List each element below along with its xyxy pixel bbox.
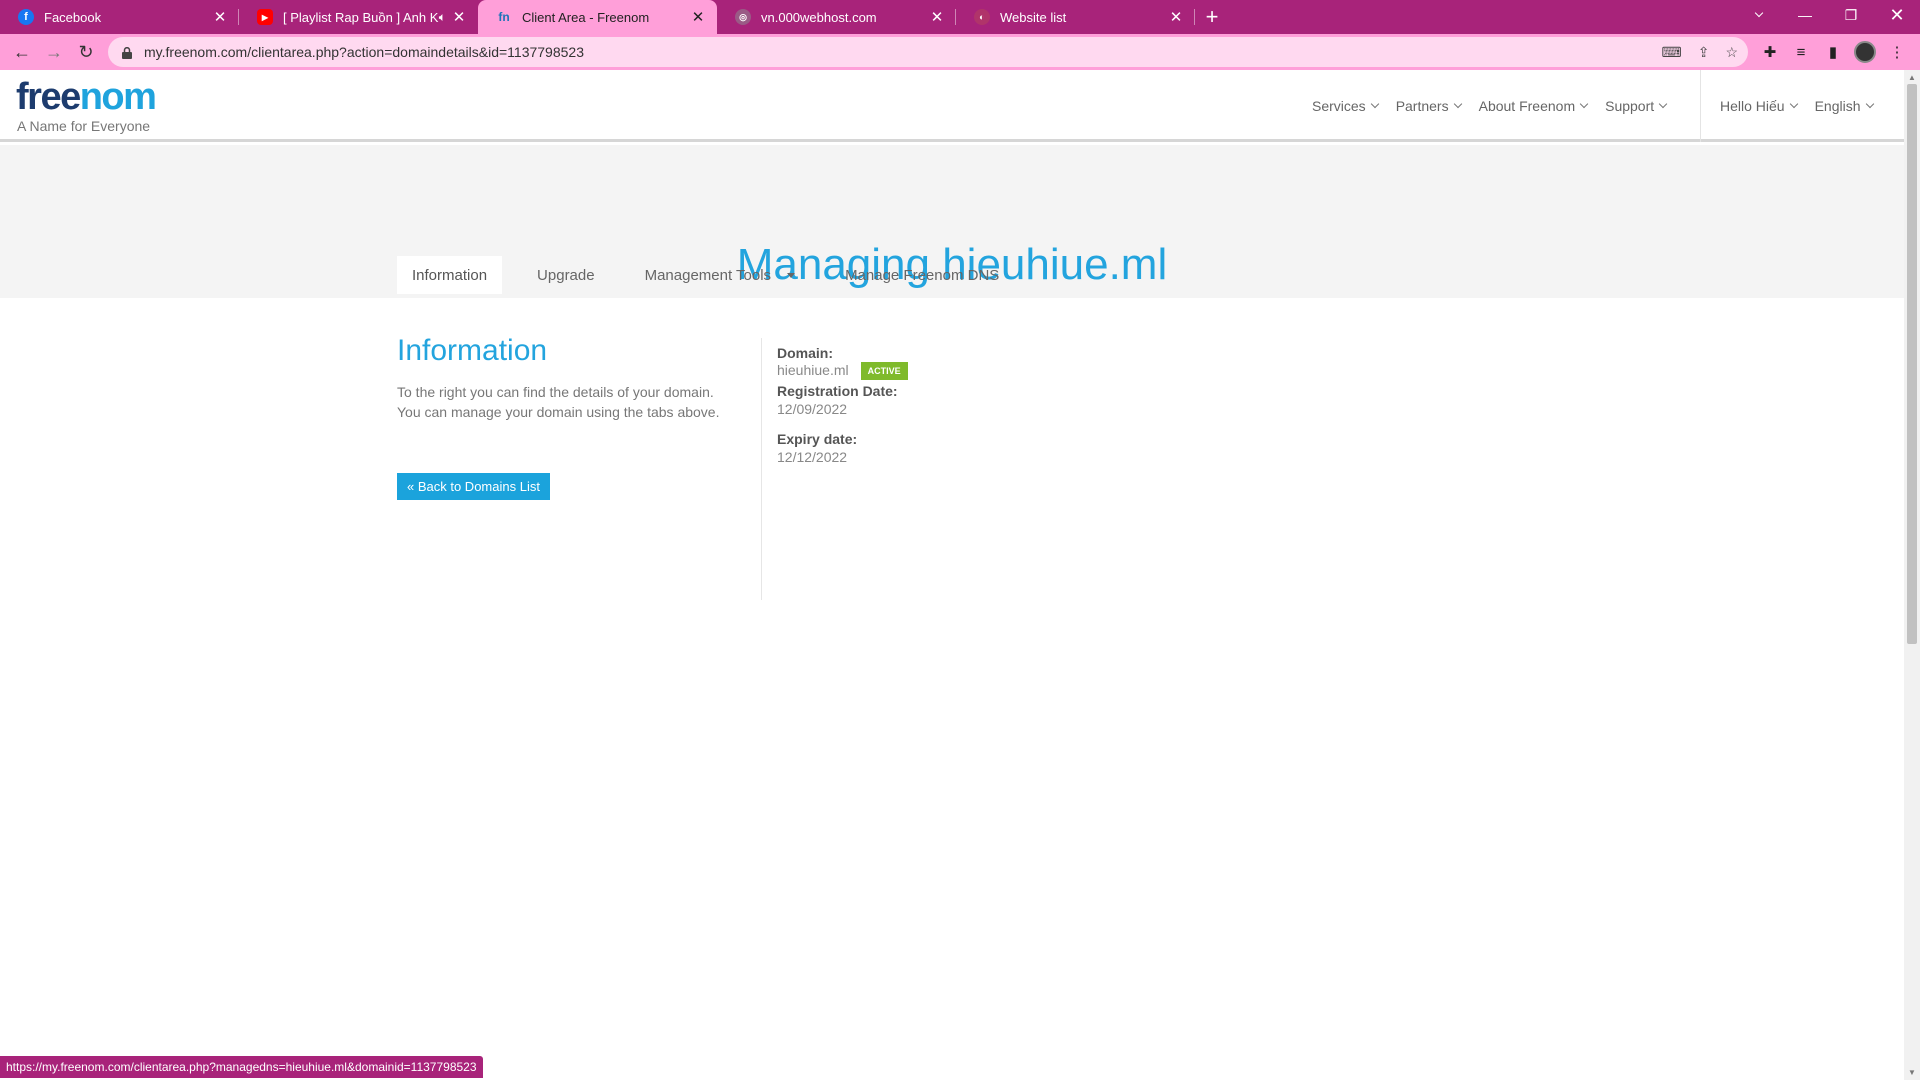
close-icon[interactable]: ✕ xyxy=(1167,8,1185,26)
tab-search-chevron-icon[interactable] xyxy=(1736,0,1782,30)
account-nav: Hello Hiếu English xyxy=(1702,98,1874,114)
domain-details: Domain: hieuhiue.ml ACTIVE Registration D… xyxy=(777,345,908,465)
main-nav: Services Partners About Freenom Support xyxy=(1294,98,1668,114)
browser-tab-facebook[interactable]: f Facebook ✕ xyxy=(0,0,239,34)
chevron-down-icon xyxy=(1579,99,1589,109)
freenom-logo[interactable]: freenom A Name for Everyone xyxy=(16,76,157,134)
nav-label: Services xyxy=(1312,98,1366,114)
logo-tagline: A Name for Everyone xyxy=(17,118,151,134)
browser-tab-freenom[interactable]: fn Client Area - Freenom ✕ xyxy=(478,0,717,34)
tab-title: Client Area - Freenom xyxy=(522,9,650,25)
language-label: English xyxy=(1814,98,1861,114)
youtube-icon: ▶ xyxy=(257,9,273,25)
section-heading: Information xyxy=(397,334,548,367)
status-badge: ACTIVE xyxy=(860,362,908,381)
logo-free-text: free xyxy=(16,76,81,118)
info-text-line1: To the right you can find the details of… xyxy=(397,384,714,400)
tab-management-tools[interactable]: Management Tools xyxy=(630,256,810,294)
scroll-up-icon[interactable]: ▲ xyxy=(1904,73,1920,82)
nav-partners[interactable]: Partners xyxy=(1395,98,1462,114)
chevron-down-icon xyxy=(1865,99,1874,109)
nav-language[interactable]: English xyxy=(1814,98,1874,114)
tab-title: vn.000webhost.com xyxy=(761,9,877,25)
close-icon[interactable]: ✕ xyxy=(450,8,468,26)
registration-date-value: 12/09/2022 xyxy=(777,401,848,418)
browser-tab-youtube[interactable]: ▶ [ Playlist Rap Buồn ] Anh Khô 🔈︎ ✕ xyxy=(239,0,478,34)
nav-support[interactable]: Support xyxy=(1605,98,1668,114)
speaker-icon[interactable]: 🔈︎ xyxy=(439,10,446,25)
info-text-line2: You can manage your domain using the tab… xyxy=(397,404,720,420)
page-scrollbar[interactable]: ▲ ▼ xyxy=(1904,70,1920,1080)
expiry-date-label: Expiry date: xyxy=(777,431,858,448)
close-icon[interactable]: ✕ xyxy=(211,8,229,26)
browser-tab-strip: f Facebook ✕ ▶ [ Playlist Rap Buồn ] Anh… xyxy=(0,0,1920,34)
share-icon[interactable]: ⇪ xyxy=(1698,44,1710,61)
more-menu-icon[interactable]: ⋮ xyxy=(1882,37,1912,67)
nav-services[interactable]: Services xyxy=(1312,98,1379,114)
globe-icon: ◎ xyxy=(735,9,751,25)
user-greeting: Hello Hiếu xyxy=(1720,98,1785,114)
chevron-down-icon xyxy=(1658,99,1668,109)
nav-label: About Freenom xyxy=(1478,98,1576,114)
tab-upgrade[interactable]: Upgrade xyxy=(522,256,610,294)
chevron-down-icon xyxy=(1370,99,1379,109)
side-panel-icon[interactable]: ▮ xyxy=(1818,37,1848,67)
nav-about-freenom[interactable]: About Freenom xyxy=(1478,98,1589,114)
status-bar-url: https://my.freenom.com/clientarea.php?ma… xyxy=(0,1056,483,1078)
nav-label: Support xyxy=(1605,98,1655,114)
section-divider xyxy=(761,338,762,600)
close-window-button[interactable]: ✕ xyxy=(1874,0,1920,30)
domain-value: hieuhiue.ml xyxy=(777,362,849,378)
webhost-icon: ◐ xyxy=(974,9,990,25)
nav-user-menu[interactable]: Hello Hiếu xyxy=(1720,98,1798,114)
lock-icon xyxy=(122,46,132,59)
profile-avatar[interactable] xyxy=(1850,37,1880,67)
information-section: Information To the right you can find th… xyxy=(397,334,757,422)
close-icon[interactable]: ✕ xyxy=(689,8,707,26)
browser-toolbar: ← → ↻ my.freenom.com/clientarea.php?acti… xyxy=(0,34,1920,70)
logo-nom-text: nom xyxy=(79,76,157,118)
new-tab-button[interactable]: + xyxy=(1195,0,1229,34)
freenom-icon: fn xyxy=(498,10,510,24)
page-viewport: freenom A Name for Everyone Services Par… xyxy=(0,70,1904,1080)
media-control-icon[interactable]: ≡ xyxy=(1786,37,1816,67)
tab-title: [ Playlist Rap Buồn ] Anh Khô xyxy=(283,9,439,25)
bookmark-star-icon[interactable]: ☆ xyxy=(1725,44,1738,61)
tab-information[interactable]: Information xyxy=(397,256,503,294)
forward-arrow-icon[interactable]: → xyxy=(38,36,70,68)
back-arrow-icon[interactable]: ← xyxy=(6,36,38,68)
tab-label: Management Tools xyxy=(644,266,772,284)
site-header: freenom A Name for Everyone Services Par… xyxy=(0,70,1904,142)
reload-icon[interactable]: ↻ xyxy=(70,36,102,68)
caret-down-icon xyxy=(787,272,796,278)
minimize-button[interactable]: — xyxy=(1782,0,1828,30)
facebook-icon: f xyxy=(18,9,34,25)
tab-title: Website list xyxy=(1000,9,1067,25)
extensions-puzzle-icon[interactable]: ✚ xyxy=(1755,37,1785,67)
browser-tab-website-list[interactable]: ◐ Website list ✕ xyxy=(956,0,1195,34)
browser-tab-000webhost[interactable]: ◎ vn.000webhost.com ✕ xyxy=(717,0,956,34)
expiry-date-value: 12/12/2022 xyxy=(777,449,848,466)
registration-date-label: Registration Date: xyxy=(777,383,898,400)
domain-tabs: Information Upgrade Management Tools Man… xyxy=(397,256,1034,298)
scrollbar-thumb[interactable] xyxy=(1907,84,1917,644)
chevron-down-icon xyxy=(1453,99,1462,109)
back-to-domains-button[interactable]: « Back to Domains List xyxy=(397,473,550,500)
chevron-down-icon xyxy=(1789,99,1798,109)
tab-manage-freenom-dns[interactable]: Manage Freenom DNS xyxy=(830,256,1014,294)
domain-label: Domain: xyxy=(777,345,833,361)
restore-button[interactable]: ❐ xyxy=(1828,0,1874,30)
close-icon[interactable]: ✕ xyxy=(928,8,946,26)
nav-label: Partners xyxy=(1395,98,1449,114)
address-bar[interactable]: my.freenom.com/clientarea.php?action=dom… xyxy=(108,37,1748,67)
tab-title: Facebook xyxy=(44,9,102,25)
url-text: my.freenom.com/clientarea.php?action=dom… xyxy=(144,44,584,60)
nav-divider xyxy=(1700,70,1701,142)
translate-icon[interactable]: ⌨ xyxy=(1661,44,1681,61)
scroll-down-icon[interactable]: ▼ xyxy=(1904,1068,1920,1077)
